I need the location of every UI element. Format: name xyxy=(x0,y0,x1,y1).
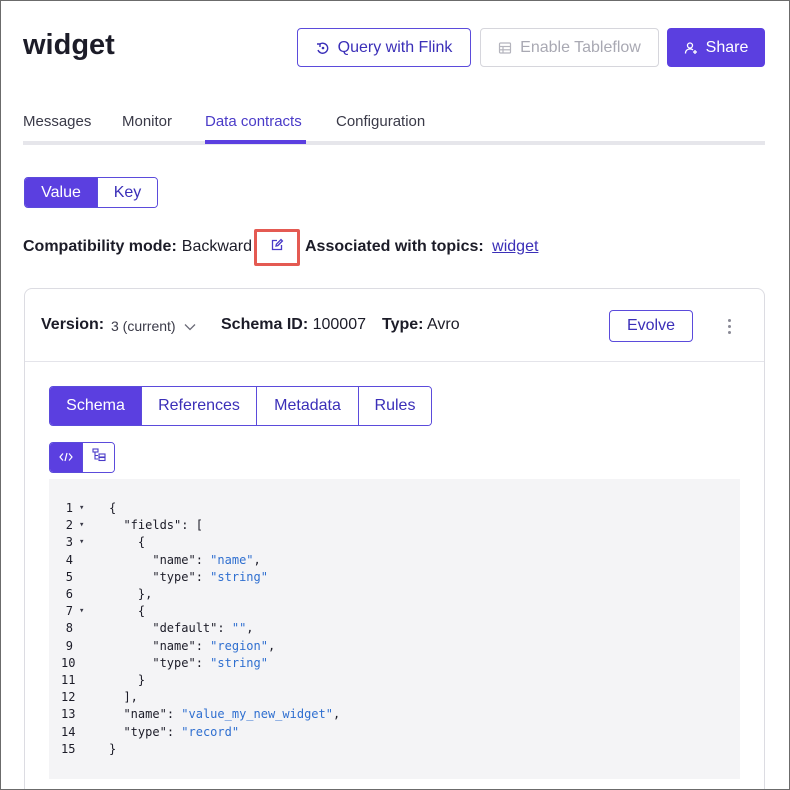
line-number: 8 xyxy=(65,621,73,636)
active-tab-indicator xyxy=(205,140,306,144)
schema-card: Version: 3 (current) Schema ID: 100007 T… xyxy=(24,288,765,789)
line-number: 9 xyxy=(65,638,73,653)
topic-tabs: Messages Monitor Data contracts Configur… xyxy=(23,111,765,145)
flink-query-icon xyxy=(316,41,330,55)
inner-tab-references[interactable]: References xyxy=(142,387,257,425)
line-number: 1 xyxy=(65,501,73,515)
code-icon xyxy=(59,449,73,467)
tab-messages[interactable]: Messages xyxy=(23,113,91,143)
associated-topics-label: Associated with topics: xyxy=(305,238,484,255)
schema-code-editor[interactable]: 1 ▾{2 ▾ "fields": [3 ▾ {4 "name": "name", 5 … xyxy=(49,479,740,779)
tableflow-icon xyxy=(498,41,512,55)
schema-id-value: 100007 xyxy=(312,316,366,333)
code-text: "type": "string" xyxy=(152,569,268,584)
value-toggle[interactable]: Value xyxy=(25,178,98,207)
inner-tab-schema[interactable]: Schema xyxy=(50,387,142,425)
code-text: }, xyxy=(109,587,153,601)
code-text: "default": "", xyxy=(152,621,254,636)
schema-card-header: Version: 3 (current) Schema ID: 100007 T… xyxy=(25,289,764,362)
code-text: "name": "region", xyxy=(152,638,276,653)
associated-topics: Associated with topics: widget xyxy=(305,238,538,256)
enable-tableflow-button[interactable]: Enable Tableflow xyxy=(480,28,659,67)
tree-icon xyxy=(91,448,106,467)
fold-caret-icon[interactable]: ▾ xyxy=(79,603,84,620)
schema-id: Schema ID: 100007 xyxy=(221,316,366,334)
associated-topic-link[interactable]: widget xyxy=(492,238,538,255)
code-text: { xyxy=(109,604,146,619)
tab-configuration[interactable]: Configuration xyxy=(336,113,425,143)
enable-tableflow-label: Enable Tableflow xyxy=(520,38,641,56)
compatibility-value: Backward xyxy=(181,238,253,255)
line-number: 2 xyxy=(65,518,73,533)
query-with-flink-button[interactable]: Query with Flink xyxy=(297,28,471,67)
page-title: widget xyxy=(23,29,115,61)
key-toggle[interactable]: Key xyxy=(98,178,157,207)
compatibility-label: Compatibility mode: xyxy=(23,238,177,255)
query-with-flink-label: Query with Flink xyxy=(337,38,453,56)
version-label-wrap: Version: xyxy=(41,316,104,334)
compatibility-row: Compatibility mode: Backward xyxy=(23,238,252,256)
code-text: "name": "value_my_new_widget", xyxy=(123,707,341,722)
evolve-button[interactable]: Evolve xyxy=(609,310,693,342)
line-number: 3 xyxy=(65,535,73,550)
line-number: 13 xyxy=(61,707,76,722)
code-text: { xyxy=(109,535,146,550)
code-text: ], xyxy=(109,690,138,705)
tab-monitor[interactable]: Monitor xyxy=(122,113,172,143)
schema-type: Type: Avro xyxy=(382,316,460,334)
line-number: 4 xyxy=(65,552,73,567)
version-value: 3 (current) xyxy=(111,318,176,334)
code-view-button[interactable] xyxy=(50,443,82,472)
version-select[interactable]: 3 (current) xyxy=(111,318,196,334)
tab-data-contracts[interactable]: Data contracts xyxy=(205,113,302,143)
schema-type-value: Avro xyxy=(427,316,460,333)
tree-view-button[interactable] xyxy=(82,443,114,472)
code-text: "fields": [ xyxy=(123,518,203,533)
line-number: 10 xyxy=(61,655,76,670)
line-number: 14 xyxy=(61,724,76,739)
code-text: "type": "record" xyxy=(123,724,240,739)
add-user-icon xyxy=(684,41,698,55)
edit-compatibility-button[interactable] xyxy=(254,229,300,266)
code-text: { xyxy=(109,501,117,515)
inner-tab-metadata[interactable]: Metadata xyxy=(257,387,359,425)
line-number: 6 xyxy=(65,587,73,601)
schema-inner-tabs: Schema References Metadata Rules xyxy=(49,386,432,426)
fold-caret-icon[interactable]: ▾ xyxy=(79,534,84,551)
line-number: 5 xyxy=(65,569,73,584)
line-number: 11 xyxy=(61,673,76,687)
schema-type-label: Type: xyxy=(382,316,424,333)
view-toggle xyxy=(49,442,115,473)
share-label: Share xyxy=(705,38,749,56)
page-frame: widget Query with Flink Enable Tableflow… xyxy=(0,0,790,790)
kebab-menu-icon[interactable] xyxy=(722,315,736,337)
fold-caret-icon[interactable]: ▾ xyxy=(79,517,84,534)
line-number: 15 xyxy=(61,741,76,756)
share-button[interactable]: Share xyxy=(667,28,765,67)
subject-toggle: Value Key xyxy=(24,177,158,208)
version-label: Version: xyxy=(41,316,105,333)
inner-tab-rules[interactable]: Rules xyxy=(359,387,431,425)
schema-id-label: Schema ID: xyxy=(221,316,309,333)
code-text: } xyxy=(109,741,117,756)
edit-icon xyxy=(270,238,284,257)
line-number: 12 xyxy=(61,690,76,705)
code-text: } xyxy=(109,673,146,687)
code-text: "name": "name", xyxy=(152,552,261,567)
fold-caret-icon[interactable]: ▾ xyxy=(79,500,84,517)
code-text: "type": "string" xyxy=(152,655,268,670)
chevron-down-icon xyxy=(184,318,196,334)
line-number: 7 xyxy=(65,604,73,619)
